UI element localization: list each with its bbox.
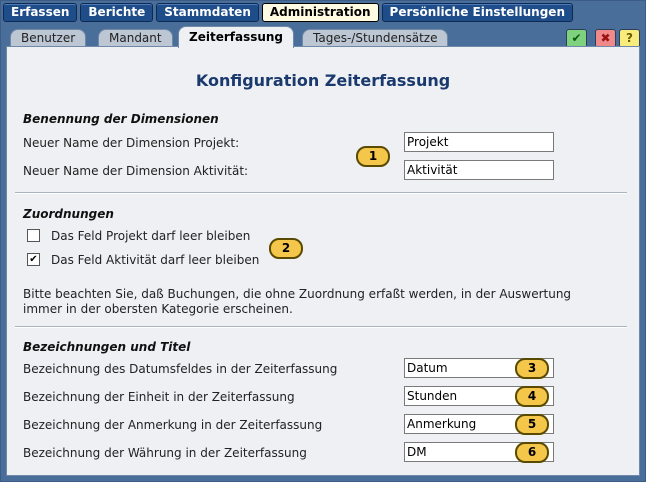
nav-administration[interactable]: Administration [261,3,379,22]
tab-mandant[interactable]: Mandant [98,29,173,47]
callout-1: 1 [356,146,390,167]
nav-erfassen[interactable]: Erfassen [3,3,78,22]
nav-stammdaten[interactable]: Stammdaten [156,3,259,22]
activity-optional-label: Das Feld Aktivität darf leer bleiben [51,253,260,267]
callout-3: 3 [515,358,549,379]
project-optional-checkbox[interactable] [27,229,40,242]
project-dimension-label: Neuer Name der Dimension Projekt: [23,136,240,150]
callout-6: 6 [515,442,549,463]
callout-2: 2 [269,238,303,259]
project-dimension-input[interactable]: Projekt [404,132,554,152]
app-window: Erfassen Berichte Stammdaten Administrat… [0,0,646,482]
section-divider [15,326,627,328]
currency-field-label: Bezeichnung der Währung in der Zeiterfas… [23,446,307,460]
assignment-note-line-2: immer in der obersten Kategorie erschein… [23,302,293,316]
tab-tages-stundensaetze[interactable]: Tages-/Stundensätze [302,29,449,47]
main-navigation: Erfassen Berichte Stammdaten Administrat… [3,3,573,24]
activity-dimension-input[interactable]: Aktivität [404,160,554,180]
activity-optional-checkbox[interactable]: ✔ [27,253,40,266]
remark-field-label: Bezeichnung der Anmerkung in der Zeiterf… [23,418,323,432]
page-title: Konfiguration Zeiterfassung [195,71,451,90]
nav-persoenliche-einstellungen[interactable]: Persönliche Einstellungen [381,3,573,22]
activity-dimension-label: Neuer Name der Dimension Aktivität: [23,164,249,178]
tab-benutzer[interactable]: Benutzer [10,29,87,47]
section-labels-heading: Bezeichnungen und Titel [23,340,191,354]
callout-5: 5 [515,414,549,435]
section-dimensions-heading: Benennung der Dimensionen [23,112,219,126]
assignment-note-line-1: Bitte beachten Sie, daß Buchungen, die o… [23,287,572,301]
section-assignments-heading: Zuordnungen [23,207,114,221]
callout-4: 4 [515,386,549,407]
unit-field-label: Bezeichnung der Einheit in der Zeiterfas… [23,390,295,404]
section-divider [15,192,627,194]
project-optional-label: Das Feld Projekt darf leer bleiben [51,229,251,243]
date-field-label: Bezeichnung des Datumsfeldes in der Zeit… [23,362,338,376]
tab-zeiterfassung[interactable]: Zeiterfassung [178,26,295,48]
nav-berichte[interactable]: Berichte [80,3,154,22]
content-panel: Konfiguration Zeiterfassung Benennung de… [6,46,640,476]
